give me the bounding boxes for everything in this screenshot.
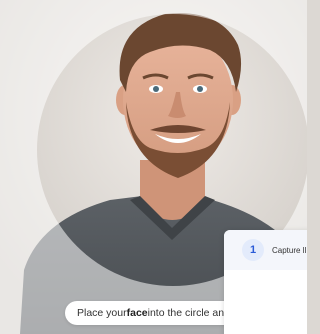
step-label: Capture ll	[272, 245, 307, 255]
step-number-badge: 1	[242, 239, 264, 261]
hint-prefix: Place your	[77, 307, 127, 319]
step-panel: 1 Capture ll	[224, 230, 307, 334]
hint-emphasis: face	[126, 307, 148, 319]
camera-viewport: Place your face into the circle and cli …	[0, 0, 307, 334]
step-header[interactable]: 1 Capture ll	[224, 230, 307, 270]
